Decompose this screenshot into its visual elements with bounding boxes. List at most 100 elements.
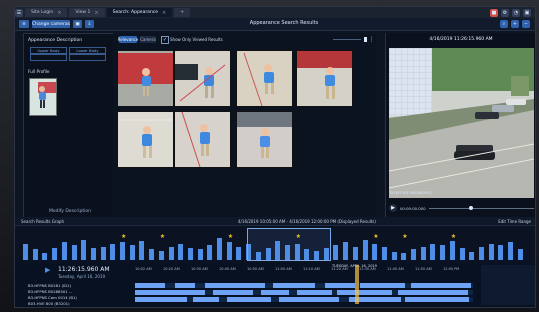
blue-square-icon[interactable]: ■	[490, 8, 498, 17]
selected-time-range[interactable]	[247, 228, 331, 261]
window-icons: ■ ⚙ ◔ ▣	[490, 8, 531, 17]
close-icon[interactable]: ×	[57, 10, 61, 16]
histogram-bar	[81, 239, 87, 260]
result-star-icon[interactable]: ★	[228, 234, 234, 240]
result-thumbnail[interactable]	[117, 111, 174, 168]
tick-label: 10:02 AM	[135, 267, 152, 271]
recording-segment	[337, 290, 392, 295]
slider-handle[interactable]	[364, 37, 367, 42]
histogram-bar	[352, 246, 358, 260]
histogram-bar	[401, 253, 407, 260]
camera-name-label: TELEFFICE (B0288501)	[389, 190, 433, 195]
zoom-in-icon[interactable]: +	[511, 20, 519, 28]
upper-body-chip[interactable]: Upper Body	[30, 47, 67, 54]
result-thumbnail[interactable]	[236, 111, 293, 168]
tab-view-1[interactable]: View 1 ×	[69, 8, 105, 17]
result-star-icon[interactable]: ★	[451, 234, 457, 240]
menu-icon[interactable]: ☰	[15, 8, 23, 17]
camera-label: Camera	[140, 37, 156, 42]
recording-segment	[405, 297, 469, 302]
gear-icon[interactable]: ⚙	[501, 8, 509, 17]
result-star-icon[interactable]: ★	[373, 234, 379, 240]
results-toolbar: Relevance Camera ✓ Show Only Viewed Resu…	[113, 33, 377, 46]
result-star-icon[interactable]: ★	[121, 234, 127, 240]
histogram-bar	[52, 247, 58, 260]
recording-segment	[261, 290, 289, 295]
recording-segment	[325, 283, 355, 288]
add-icon: +	[180, 10, 185, 15]
result-size-slider[interactable]	[333, 39, 361, 40]
timeline-panel: ▶ 11:26:15.960 AM Tuesday, April 16, 201…	[15, 263, 535, 307]
result-thumbnail[interactable]	[296, 50, 353, 107]
result-thumbnail[interactable]	[174, 111, 231, 168]
seek-bar[interactable]	[428, 205, 534, 210]
menu-button[interactable]: ≡	[19, 20, 29, 28]
search-results-histogram[interactable]: ★ ★ ★ ★ ★ ★ ★	[15, 225, 535, 264]
tick-label: 11:20 AM	[331, 267, 348, 271]
result-star-icon[interactable]: ★	[402, 234, 408, 240]
histogram-bar	[23, 243, 28, 260]
tab-label: Site Login	[31, 10, 54, 15]
result-star-icon[interactable]: ★	[160, 234, 166, 240]
modify-description-link[interactable]: Modify Description	[49, 209, 91, 214]
upper-color-chip[interactable]	[30, 54, 67, 61]
recording-segment	[135, 297, 187, 302]
play-icon[interactable]: ▶	[45, 266, 53, 274]
timeline-track[interactable]	[135, 290, 473, 295]
playback-cursor[interactable]	[355, 265, 359, 304]
timeline-track[interactable]	[135, 297, 473, 302]
zoom-out-icon[interactable]: −	[522, 20, 530, 28]
toolbar-right-actions: ⌕ + −	[500, 20, 530, 28]
change-cameras-button[interactable]: Change cameras	[32, 20, 70, 28]
histogram-bar	[90, 247, 96, 260]
recording-segment	[135, 290, 205, 295]
camera-sort-button[interactable]: Camera	[140, 36, 156, 43]
histogram-bar	[517, 249, 523, 260]
result-star-icon[interactable]: ★	[296, 234, 302, 240]
save-button[interactable]: ▣	[73, 20, 82, 28]
close-icon[interactable]: ×	[94, 10, 98, 16]
tick-label: 11:40 AM	[387, 267, 404, 271]
tick-label: 11:50 AM	[415, 267, 432, 271]
toolbar: ≡ Change cameras ▣ ⇩ Appearance Search R…	[15, 18, 535, 31]
show-viewed-checkbox[interactable]: ✓	[161, 36, 169, 44]
recording-segment	[205, 283, 265, 288]
lower-color-chip[interactable]	[69, 54, 106, 61]
tick-label: 11:30 AM	[359, 267, 376, 271]
new-tab-button[interactable]: +	[174, 8, 191, 17]
relevance-sort-button[interactable]: Relevance	[118, 36, 138, 43]
grid-view-icon[interactable]: ⋮	[368, 36, 375, 43]
close-icon[interactable]: ×	[162, 10, 166, 16]
histogram-bar	[32, 249, 38, 260]
result-thumbnail[interactable]	[117, 50, 174, 107]
histogram-bar	[343, 242, 349, 260]
histogram-bar	[110, 243, 116, 260]
search-icon[interactable]: ⌕	[500, 20, 508, 28]
window-icon[interactable]: ▣	[523, 8, 531, 17]
histogram-bar	[197, 249, 203, 260]
play-icon[interactable]: ▶	[389, 204, 397, 212]
result-thumbnail[interactable]	[174, 50, 231, 107]
tab-search-appearance[interactable]: Search: Appearance ×	[106, 8, 173, 17]
result-thumbnail[interactable]	[236, 50, 293, 107]
recording-segment	[279, 297, 339, 302]
histogram-bar	[129, 245, 135, 260]
seek-handle[interactable]	[468, 205, 473, 210]
profile-thumbnail[interactable]	[29, 78, 57, 116]
histogram-bar	[362, 239, 368, 260]
histogram-bar	[372, 243, 378, 260]
edit-time-range-link[interactable]: Edit Time Range	[498, 219, 531, 224]
current-time: 11:26:15.960 AM	[58, 266, 110, 273]
histogram-bar	[217, 238, 222, 260]
lower-body-chip[interactable]: Lower Body	[69, 47, 106, 54]
camera-feed[interactable]	[389, 48, 534, 198]
timeline-track[interactable]	[135, 283, 473, 288]
timeline-header: Search Results Graph 4/16/2019 10:05:00 …	[15, 217, 535, 225]
tab-site-login[interactable]: Site Login ×	[25, 8, 68, 17]
tick-label: 10:30 AM	[191, 267, 208, 271]
camera-row[interactable]: B03-HVE 800 (B3201)	[28, 301, 132, 307]
export-button[interactable]: ⇩	[85, 20, 94, 28]
histogram-bar	[440, 245, 446, 260]
recording-segment	[193, 297, 219, 302]
bell-icon[interactable]: ◔	[512, 8, 520, 17]
